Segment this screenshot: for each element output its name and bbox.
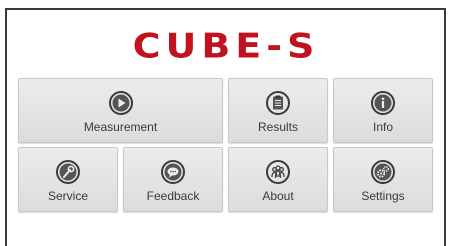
- measurement-button[interactable]: Measurement: [18, 78, 223, 143]
- service-button[interactable]: Service: [18, 147, 118, 212]
- info-button[interactable]: Info: [333, 78, 433, 143]
- feedback-label: Feedback: [146, 189, 200, 203]
- about-button[interactable]: About: [228, 147, 328, 212]
- feedback-button[interactable]: Feedback: [123, 147, 223, 212]
- gears-icon: [370, 159, 396, 185]
- speech-bubble-icon: [160, 159, 186, 185]
- results-label: Results: [257, 120, 298, 134]
- people-icon: [265, 159, 291, 185]
- info-label: Info: [372, 120, 393, 134]
- measurement-label: Measurement: [83, 120, 158, 134]
- wrench-icon: [55, 159, 81, 185]
- clipboard-icon: [265, 90, 291, 116]
- play-circle-icon: [108, 90, 134, 116]
- about-label: About: [262, 189, 294, 203]
- app-logo: CUBE-S: [132, 26, 320, 66]
- settings-label: Settings: [361, 189, 405, 203]
- screen: CUBE-S Measurement Results Info Service …: [0, 0, 452, 246]
- settings-button[interactable]: Settings: [333, 147, 433, 212]
- results-button[interactable]: Results: [228, 78, 328, 143]
- service-label: Service: [47, 189, 88, 203]
- info-icon: [370, 90, 396, 116]
